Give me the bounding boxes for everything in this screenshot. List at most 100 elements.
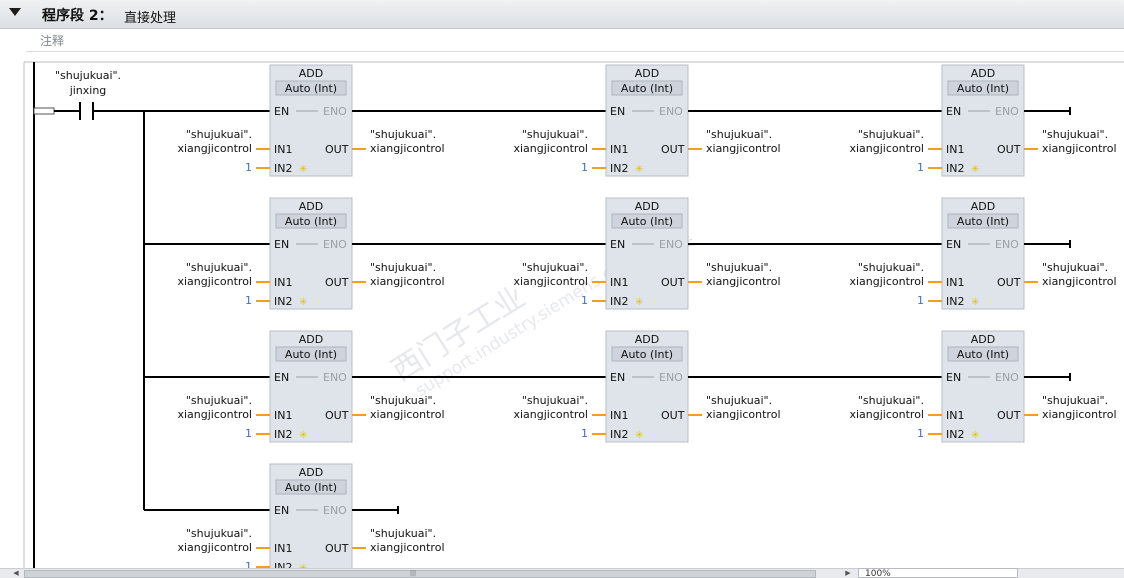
- out-operand-tag[interactable]: xiangjicontrol: [1042, 408, 1117, 421]
- in1-operand-db[interactable]: "shujukuai".: [186, 527, 252, 540]
- comment-placeholder: 注释: [40, 34, 65, 48]
- block-type: Auto (Int): [621, 215, 673, 228]
- in2-constant[interactable]: 1: [917, 427, 924, 440]
- network-description[interactable]: 直接处理: [124, 7, 176, 26]
- block-type: Auto (Int): [285, 481, 337, 494]
- contact-operand-tag: jinxing: [69, 84, 107, 97]
- block-type: Auto (Int): [621, 348, 673, 361]
- add-input-icon: ✳: [299, 164, 307, 175]
- out-label: OUT: [997, 143, 1021, 156]
- collapse-triangle-icon[interactable]: [9, 8, 21, 16]
- in1-operand-db[interactable]: "shujukuai".: [186, 128, 252, 141]
- block-type: Auto (Int): [285, 82, 337, 95]
- in1-operand-tag[interactable]: xiangjicontrol: [513, 142, 588, 155]
- out-operand-db[interactable]: "shujukuai".: [706, 261, 772, 274]
- in1-label: IN1: [946, 143, 964, 156]
- in1-operand-db[interactable]: "shujukuai".: [186, 394, 252, 407]
- in1-operand-db[interactable]: "shujukuai".: [522, 128, 588, 141]
- in2-constant[interactable]: 1: [245, 161, 252, 174]
- in1-operand-db[interactable]: "shujukuai".: [858, 394, 924, 407]
- out-operand-tag[interactable]: xiangjicontrol: [370, 142, 445, 155]
- out-operand-tag[interactable]: xiangjicontrol: [706, 142, 781, 155]
- en-label: EN: [946, 105, 961, 118]
- out-operand-tag[interactable]: xiangjicontrol: [370, 275, 445, 288]
- in1-operand-tag[interactable]: xiangjicontrol: [177, 142, 252, 155]
- en-label: EN: [274, 504, 289, 517]
- in1-operand-db[interactable]: "shujukuai".: [186, 261, 252, 274]
- out-operand-db[interactable]: "shujukuai".: [370, 128, 436, 141]
- en-label: EN: [610, 371, 625, 384]
- eno-label: ENO: [323, 371, 347, 384]
- in2-label: IN2: [274, 428, 292, 441]
- out-operand-tag[interactable]: xiangjicontrol: [1042, 275, 1117, 288]
- in1-operand-tag[interactable]: xiangjicontrol: [177, 408, 252, 421]
- block-name: ADD: [635, 67, 659, 80]
- out-operand-tag[interactable]: xiangjicontrol: [1042, 142, 1117, 155]
- in2-label: IN2: [946, 295, 964, 308]
- in2-constant[interactable]: 1: [917, 294, 924, 307]
- eno-label: ENO: [659, 371, 683, 384]
- out-operand-db[interactable]: "shujukuai".: [706, 394, 772, 407]
- in2-constant[interactable]: 1: [245, 427, 252, 440]
- out-operand-db[interactable]: "shujukuai".: [1042, 128, 1108, 141]
- block-type: Auto (Int): [285, 348, 337, 361]
- in1-operand-db[interactable]: "shujukuai".: [522, 394, 588, 407]
- network-comment-field[interactable]: 注释: [26, 29, 1124, 52]
- out-operand-db[interactable]: "shujukuai".: [370, 261, 436, 274]
- block-type: Auto (Int): [957, 348, 1009, 361]
- out-operand-tag[interactable]: xiangjicontrol: [706, 275, 781, 288]
- eno-label: ENO: [995, 105, 1019, 118]
- in2-constant[interactable]: 1: [581, 294, 588, 307]
- add-input-icon: ✳: [635, 430, 643, 441]
- eno-label: ENO: [323, 238, 347, 251]
- out-operand-db[interactable]: "shujukuai".: [706, 128, 772, 141]
- block-name: ADD: [635, 333, 659, 346]
- out-label: OUT: [325, 276, 349, 289]
- add-input-icon: ✳: [971, 164, 979, 175]
- in1-label: IN1: [610, 409, 628, 422]
- in1-label: IN1: [274, 276, 292, 289]
- add-input-icon: ✳: [971, 430, 979, 441]
- network-title: 程序段 2：: [42, 8, 113, 24]
- in1-operand-db[interactable]: "shujukuai".: [858, 128, 924, 141]
- out-operand-tag[interactable]: xiangjicontrol: [370, 541, 445, 554]
- in1-operand-tag[interactable]: xiangjicontrol: [177, 275, 252, 288]
- out-label: OUT: [661, 409, 685, 422]
- out-label: OUT: [997, 409, 1021, 422]
- in1-operand-db[interactable]: "shujukuai".: [522, 261, 588, 274]
- in2-label: IN2: [946, 428, 964, 441]
- in1-operand-tag[interactable]: xiangjicontrol: [849, 142, 924, 155]
- in2-label: IN2: [610, 162, 628, 175]
- out-operand-db[interactable]: "shujukuai".: [370, 394, 436, 407]
- add-input-icon: ✳: [299, 297, 307, 308]
- in1-label: IN1: [274, 409, 292, 422]
- out-operand-db[interactable]: "shujukuai".: [1042, 394, 1108, 407]
- in1-label: IN1: [610, 276, 628, 289]
- network-header: 程序段 2： 直接处理: [0, 0, 1124, 29]
- in1-operand-tag[interactable]: xiangjicontrol: [849, 408, 924, 421]
- scroll-grip-icon: |||: [410, 570, 417, 577]
- in1-operand-tag[interactable]: xiangjicontrol: [177, 541, 252, 554]
- ladder-canvas[interactable]: 西门子工业support.industry.siemens.com/cs找答案"…: [0, 52, 1124, 568]
- out-label: OUT: [661, 143, 685, 156]
- out-operand-db[interactable]: "shujukuai".: [370, 527, 436, 540]
- in2-constant[interactable]: 1: [245, 294, 252, 307]
- block-name: ADD: [971, 333, 995, 346]
- in1-operand-tag[interactable]: xiangjicontrol: [513, 275, 588, 288]
- in2-constant[interactable]: 1: [245, 560, 252, 568]
- eno-label: ENO: [323, 504, 347, 517]
- ladder-diagram: 西门子工业support.industry.siemens.com/cs找答案"…: [23, 61, 1124, 568]
- eno-label: ENO: [659, 105, 683, 118]
- out-operand-tag[interactable]: xiangjicontrol: [706, 408, 781, 421]
- in1-operand-db[interactable]: "shujukuai".: [858, 261, 924, 274]
- out-operand-db[interactable]: "shujukuai".: [1042, 261, 1108, 274]
- block-type: Auto (Int): [957, 82, 1009, 95]
- in2-constant[interactable]: 1: [917, 161, 924, 174]
- in2-constant[interactable]: 1: [581, 427, 588, 440]
- in1-operand-tag[interactable]: xiangjicontrol: [513, 408, 588, 421]
- in2-constant[interactable]: 1: [581, 161, 588, 174]
- out-operand-tag[interactable]: xiangjicontrol: [370, 408, 445, 421]
- in1-label: IN1: [610, 143, 628, 156]
- eno-label: ENO: [659, 238, 683, 251]
- in1-operand-tag[interactable]: xiangjicontrol: [849, 275, 924, 288]
